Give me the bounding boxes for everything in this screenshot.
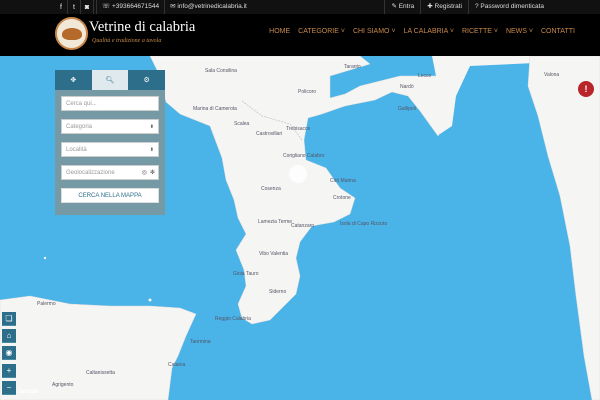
target-icon[interactable]: ◎ <box>142 169 147 176</box>
zoom-in-button[interactable]: + <box>2 364 16 378</box>
layers-icon[interactable]: ❏ <box>2 312 16 326</box>
island <box>148 298 152 302</box>
island <box>43 256 47 260</box>
login-link[interactable]: ✎ Entra <box>384 0 420 14</box>
category-select[interactable]: Categoria ⬍ <box>61 119 159 134</box>
main-nav: HOME CATEGORIE ˅ CHI SIAMO ˅ LA CALABRIA… <box>265 28 575 35</box>
phone-link[interactable]: ☏ +393664671544 <box>96 0 164 14</box>
nav-item-contatti[interactable]: CONTATTI <box>541 28 575 35</box>
place-label: Catanzaro <box>291 223 315 229</box>
category-value: Categoria <box>66 123 93 130</box>
gear-icon[interactable]: ✻ <box>150 169 155 176</box>
nav-item-news[interactable]: NEWS ˅ <box>502 28 537 35</box>
zoom-out-button[interactable]: − <box>2 381 16 395</box>
site-header: Vetrine di calabria Qualità e tradizione… <box>0 14 600 56</box>
balkans-landmass <box>527 56 600 400</box>
place-label: Lecce <box>418 73 432 79</box>
place-label: Castrovillari <box>256 131 283 137</box>
logo-icon[interactable] <box>55 17 88 50</box>
geolocation-input[interactable]: Geolocalizzazione ◎ ✻ <box>61 165 159 180</box>
nav-item-ricette[interactable]: RICETTE ˅ <box>458 28 502 35</box>
register-label: Registrati <box>434 3 462 10</box>
top-bar: f t ◙ ☏ +393664671544 ✉ info@vetrinedica… <box>0 0 600 14</box>
sicily-landmass <box>0 295 197 400</box>
place-label: Gioia Tauro <box>233 271 259 277</box>
place-label: Palermo <box>37 301 56 307</box>
search-icon[interactable]: 🔍︎ <box>91 70 129 90</box>
place-label: Marina di Camerota <box>193 106 237 112</box>
place-label: Cirò Marina <box>330 178 356 184</box>
map-marker-cluster[interactable] <box>289 165 307 183</box>
contact-info: ☏ +393664671544 ✉ info@vetrinedicalabria… <box>96 0 252 14</box>
move-icon[interactable]: ✥ <box>55 70 92 90</box>
place-label: Cosenza <box>261 186 281 192</box>
island <box>174 312 178 316</box>
forgot-password-link[interactable]: ? Password dimenticata <box>467 0 550 14</box>
nav-item-home[interactable]: HOME <box>265 28 294 35</box>
place-label: Agrigento <box>52 382 74 388</box>
map-search-panel: ✥ 🔍︎ ⚙ Cerca qui... Categoria ⬍ Località ⬍… <box>55 70 166 215</box>
place-label: Reggio Calabria <box>215 316 251 322</box>
place-label: Valona <box>544 72 560 78</box>
settings-icon[interactable]: ⚙ <box>128 70 166 90</box>
place-label: Sala Consilina <box>205 68 237 74</box>
nav-item-categorie[interactable]: CATEGORIE ˅ <box>294 28 349 35</box>
geolocation-placeholder: Geolocalizzazione <box>66 169 115 176</box>
instagram-icon[interactable]: ◙ <box>81 0 94 14</box>
nav-item-la-calabria[interactable]: LA CALABRIA ˅ <box>400 28 458 35</box>
google-attribution: Google <box>18 389 39 395</box>
place-label: Taormina <box>190 339 211 345</box>
phone-number: +393664671544 <box>111 3 160 10</box>
place-label: Taranto <box>344 64 361 70</box>
place-label: Policoro <box>298 89 317 95</box>
place-label: Siderno <box>269 289 287 295</box>
search-map-button[interactable]: CERCA NELLA MAPPA <box>61 188 159 203</box>
locate-icon[interactable]: ◉ <box>2 346 16 360</box>
home-icon[interactable]: ⌂ <box>2 329 16 343</box>
alert-marker-icon[interactable]: ! <box>578 81 594 97</box>
location-select[interactable]: Località ⬍ <box>61 142 159 157</box>
login-label: Entra <box>398 3 415 10</box>
keyword-input[interactable]: Cerca qui... <box>61 96 159 111</box>
user-links: ✎ Entra ✚ Registrati ? Password dimentic… <box>384 0 550 14</box>
nav-item-chi-siamo[interactable]: CHI SIAMO ˅ <box>349 28 400 35</box>
place-label: Scalea <box>234 121 250 127</box>
brand-title[interactable]: Vetrine di calabria <box>89 19 195 36</box>
select-arrows-icon: ⬍ <box>149 123 154 130</box>
location-value: Località <box>66 146 87 153</box>
place-label: Gallipoli <box>398 106 416 112</box>
twitter-icon[interactable]: t <box>68 0 81 14</box>
panel-tabs: ✥ 🔍︎ ⚙ <box>55 70 166 90</box>
select-arrows-icon: ⬍ <box>149 146 154 153</box>
logo-emblem <box>61 27 82 40</box>
panel-body: Cerca qui... Categoria ⬍ Località ⬍ Geoloc… <box>55 90 165 215</box>
place-label: Corigliano Calabro <box>283 153 325 159</box>
place-label: Catania <box>168 362 186 368</box>
place-label: Vibo Valentia <box>259 251 289 257</box>
place-label: Caltanissetta <box>86 370 115 376</box>
social-links: f t ◙ <box>55 0 94 14</box>
place-label: Lamezia Terme <box>258 219 293 225</box>
place-label: Crotone <box>333 195 351 201</box>
calabria-landmass <box>149 56 453 325</box>
email-link[interactable]: ✉ info@vetrinedicalabria.it <box>164 0 252 14</box>
place-label: Isola di Capo Rizzuto <box>340 221 388 227</box>
register-link[interactable]: ✚ Registrati <box>420 0 468 14</box>
brand-tagline: Qualità e tradizione a tavola <box>92 38 162 44</box>
place-label: Nardò <box>400 84 414 90</box>
place-label: Trebisacce <box>286 126 311 132</box>
email-address: info@vetrinedicalabria.it <box>177 3 247 10</box>
forgot-password-label: Password dimenticata <box>480 3 544 10</box>
keyword-placeholder: Cerca qui... <box>66 100 97 107</box>
facebook-icon[interactable]: f <box>55 0 68 14</box>
